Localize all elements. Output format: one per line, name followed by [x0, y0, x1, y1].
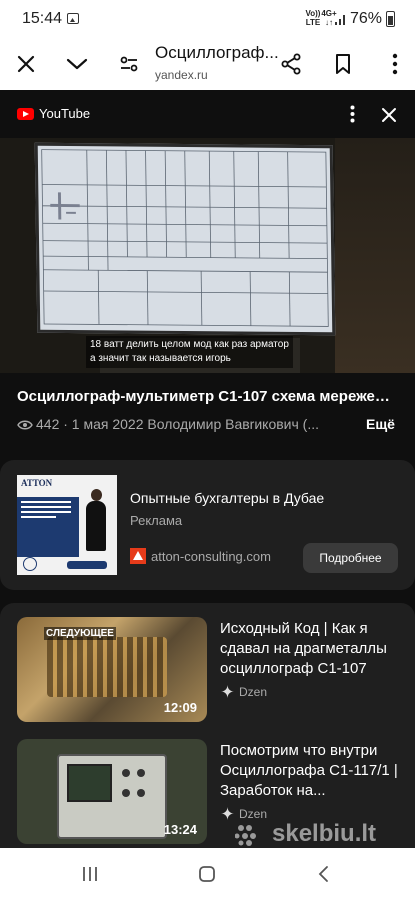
youtube-logo-icon [17, 108, 34, 120]
chevron-down-icon [66, 58, 88, 70]
back-button[interactable] [303, 858, 343, 890]
ad-image-text-lines [21, 501, 71, 521]
bookmark-icon [336, 54, 350, 74]
source-name: Dzen [239, 807, 268, 821]
video-subtitles: 18 ватт делить целом мод как раз арматор… [86, 336, 293, 368]
thumbnail-knob [137, 789, 145, 797]
ad-image-button-shape [67, 561, 107, 569]
video-background [335, 138, 415, 373]
recommendation-title[interactable]: Посмотрим что внутри Осциллографа С1-117… [220, 741, 400, 801]
collapse-button[interactable] [59, 46, 95, 82]
video-meta-text: 442 · 1 мая 2022 Володимир Вавrикович (.… [36, 416, 320, 432]
video-thumbnail[interactable]: 13:24 [17, 739, 207, 844]
video-title[interactable]: Осциллограф-мультиметр С1-107 схема мере… [17, 388, 397, 405]
close-icon [382, 108, 396, 122]
video-duration: 12:09 [163, 700, 197, 715]
home-button[interactable] [187, 858, 227, 890]
battery-percentage: 76% [350, 10, 383, 27]
watermark: skelbiu.lt [272, 820, 377, 847]
ad-image: ATTON [17, 475, 117, 575]
video-meta: 442 · 1 мая 2022 Володимир Вавrикович (.… [17, 416, 362, 432]
close-tab-button[interactable] [8, 46, 44, 82]
up-next-badge: СЛЕДУЮЩЕЕ [44, 627, 116, 640]
video-thumbnail[interactable]: СЛЕДУЮЩЕЕ 12:09 [17, 617, 207, 722]
recommendation-title[interactable]: Исходный Код | Как я сдавал на драгметал… [220, 619, 400, 679]
video-duration: 13:24 [163, 822, 197, 837]
recent-apps-icon [83, 867, 97, 881]
recommendation-source: Dzen [221, 685, 267, 699]
bookmark-button[interactable] [325, 46, 361, 82]
share-icon [281, 53, 301, 75]
more-menu-button[interactable] [377, 46, 413, 82]
thumbnail-screen [67, 764, 112, 802]
recommendation-item[interactable]: СЛЕДУЮЩЕЕ 12:09 Исходный Код | Как я сда… [0, 617, 415, 727]
recommendation-source: Dzen [221, 807, 267, 821]
video-frame-monitor [34, 142, 336, 336]
settings-sliders-icon [120, 56, 138, 72]
youtube-header: YouTube [0, 90, 415, 138]
subtitle-line-2: а значит так называется игорь [90, 353, 231, 364]
ad-details-button[interactable]: Подробнее [303, 543, 398, 573]
ad-image-person [83, 489, 109, 551]
ad-image-seal [23, 557, 37, 571]
thumbnail-knob [122, 789, 130, 797]
site-settings-button[interactable] [111, 46, 147, 82]
ad-brand-text: ATTON [21, 478, 53, 488]
share-button[interactable] [273, 46, 309, 82]
more-vertical-icon [350, 105, 354, 123]
thumbnail-knob [137, 769, 145, 777]
close-icon [17, 55, 35, 73]
video-player[interactable]: 18 ватт делить целом мод как раз арматор… [0, 138, 415, 373]
thumbnail-knob [122, 769, 130, 777]
page-domain[interactable]: yandex.ru [155, 68, 208, 82]
ad-site-favicon-icon [130, 548, 146, 564]
eye-icon [17, 420, 33, 430]
youtube-label: YouTube [39, 106, 91, 121]
ad-label: Реклама [130, 513, 183, 528]
browser-toolbar: Осциллограф... yandex.ru [0, 38, 415, 90]
recommendations-card: СЛЕДУЮЩЕЕ 12:09 Исходный Код | Как я сда… [0, 603, 415, 848]
close-player-button[interactable] [376, 102, 402, 128]
home-icon [199, 866, 215, 882]
system-navigation-bar [0, 848, 415, 900]
video-options-button[interactable] [340, 102, 364, 126]
gallery-notification-icon [67, 13, 79, 24]
back-chevron-icon [318, 866, 328, 882]
recent-apps-button[interactable] [70, 858, 110, 890]
signal-icon [335, 15, 345, 25]
dzen-logo-icon [221, 807, 234, 820]
page-content: YouTube 18 ватт делить целом мод как раз… [0, 90, 415, 848]
source-name: Dzen [239, 685, 268, 699]
ad-card[interactable]: ATTON Опытные бухгалтеры в Дубае Реклама… [0, 460, 415, 590]
page-title[interactable]: Осциллограф... [155, 43, 279, 63]
schematic-table-image [41, 149, 329, 327]
battery-icon [386, 11, 395, 27]
subtitle-line-1: 18 ватт делить целом мод как раз арматор [90, 339, 289, 350]
dzen-logo-icon [221, 685, 234, 698]
thumbnail-image [47, 637, 167, 697]
clock: 15:44 [22, 10, 63, 27]
ad-domain[interactable]: atton-consulting.com [151, 549, 271, 564]
show-more-button[interactable]: Ещё [366, 416, 395, 432]
status-bar: 15:44 Vo)) LTE 4G+ ↓↑ 76% [0, 0, 415, 38]
watermark-logo-icon [235, 825, 256, 846]
more-vertical-icon [392, 53, 398, 75]
ad-title[interactable]: Опытные бухгалтеры в Дубае [130, 490, 324, 506]
